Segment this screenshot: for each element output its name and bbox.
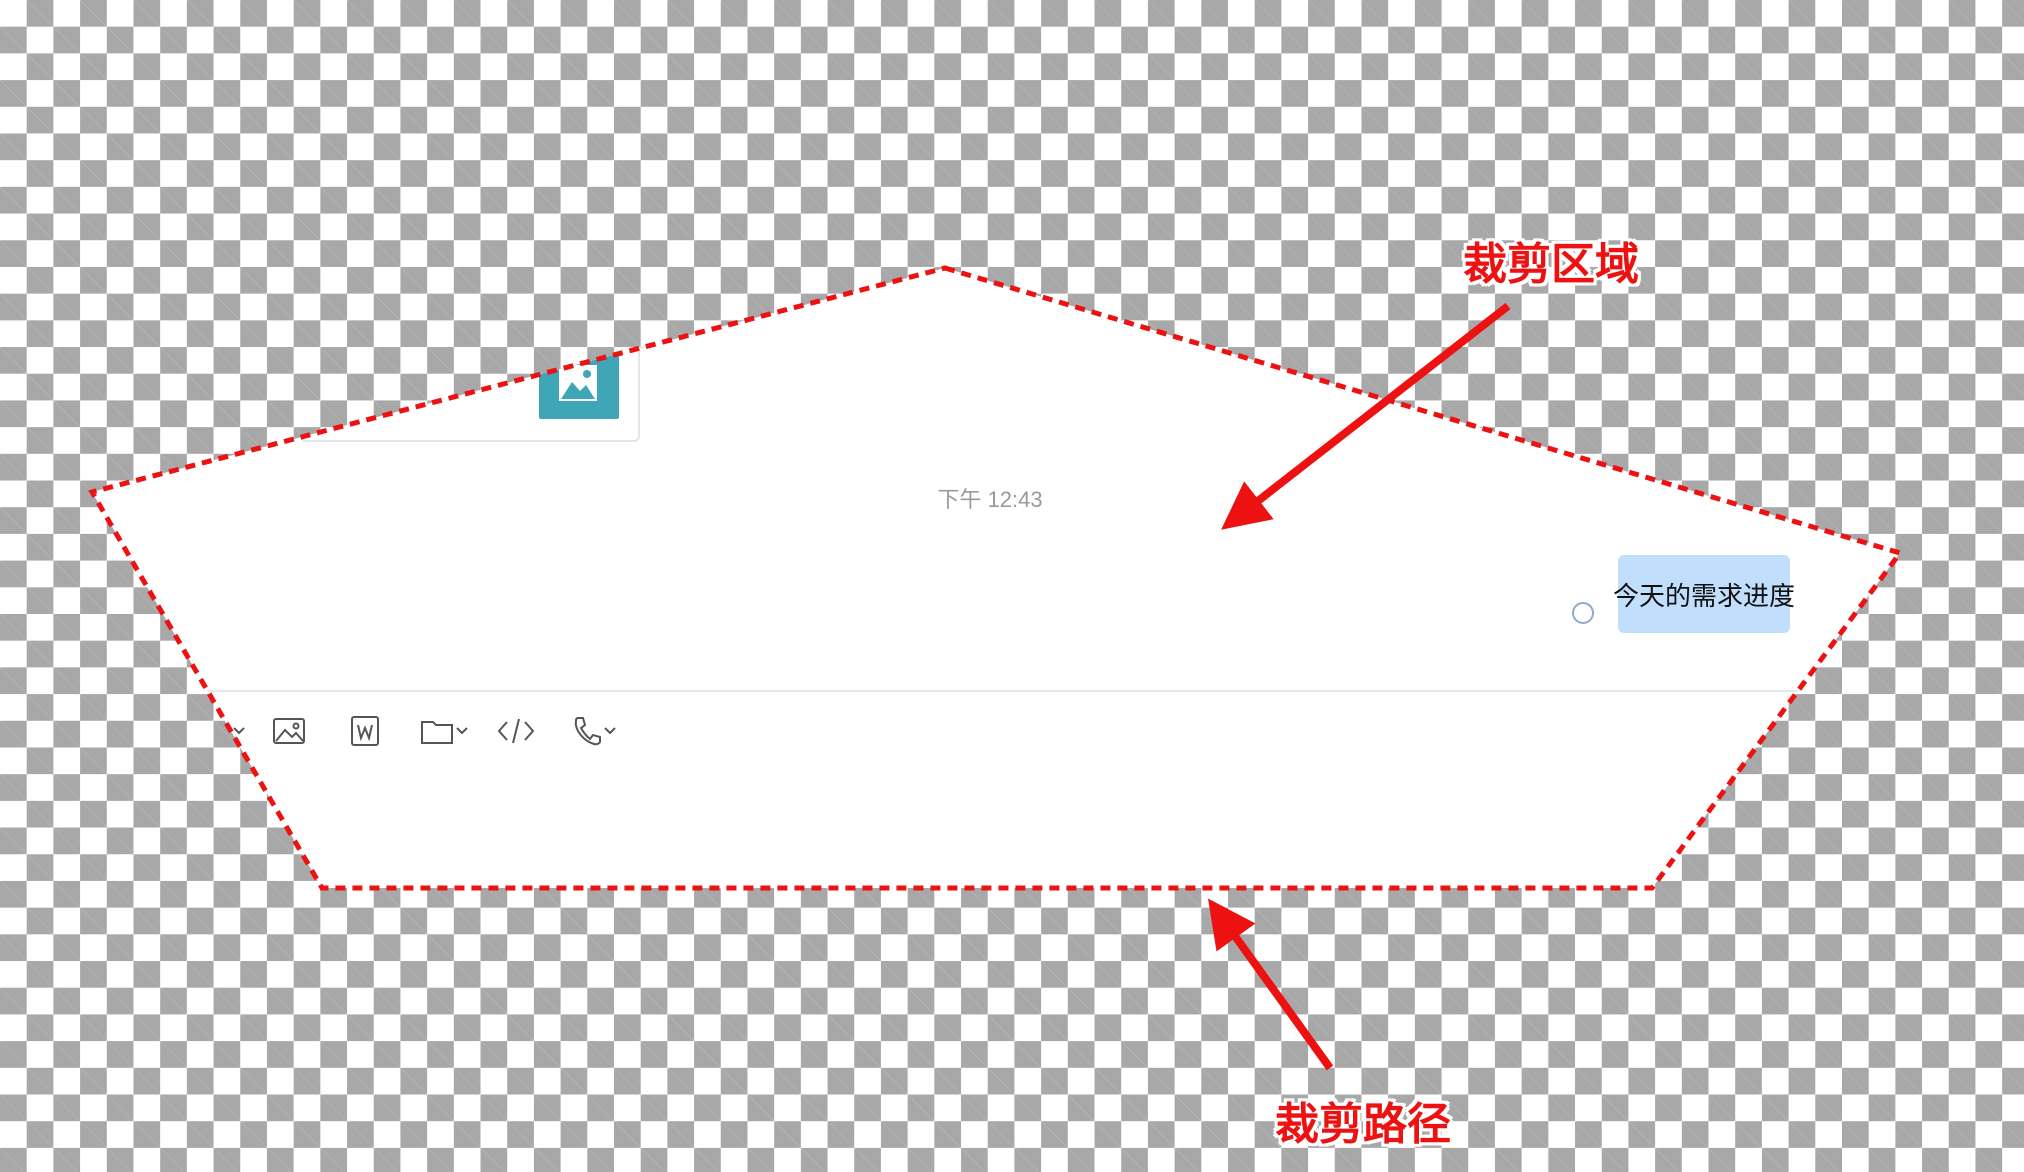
- folder-icon: [421, 721, 453, 744]
- image-icon: [559, 365, 597, 401]
- clip-path-label: 裁剪路径: [1275, 1099, 1451, 1150]
- chevron-down-icon: [456, 727, 468, 735]
- sent-message-bubble[interactable]: 今天的需求进度: [1613, 555, 1795, 633]
- read-status-icon: [1572, 602, 1594, 624]
- message-timestamp: 下午 12:43: [937, 487, 1043, 512]
- call-button[interactable]: [572, 714, 618, 748]
- image-button[interactable]: [272, 714, 306, 748]
- code-snippet-button[interactable]: [496, 714, 536, 748]
- phone-icon: [574, 717, 601, 746]
- word-file-button[interactable]: [350, 714, 380, 748]
- folder-button[interactable]: [420, 714, 470, 748]
- word-doc-icon: [351, 716, 379, 746]
- image-icon: [273, 718, 305, 744]
- clip-area-label: 裁剪区域: [1463, 239, 1639, 290]
- chevron-down-icon: [604, 727, 616, 735]
- code-icon: [497, 718, 535, 744]
- input-divider: [92, 690, 1900, 692]
